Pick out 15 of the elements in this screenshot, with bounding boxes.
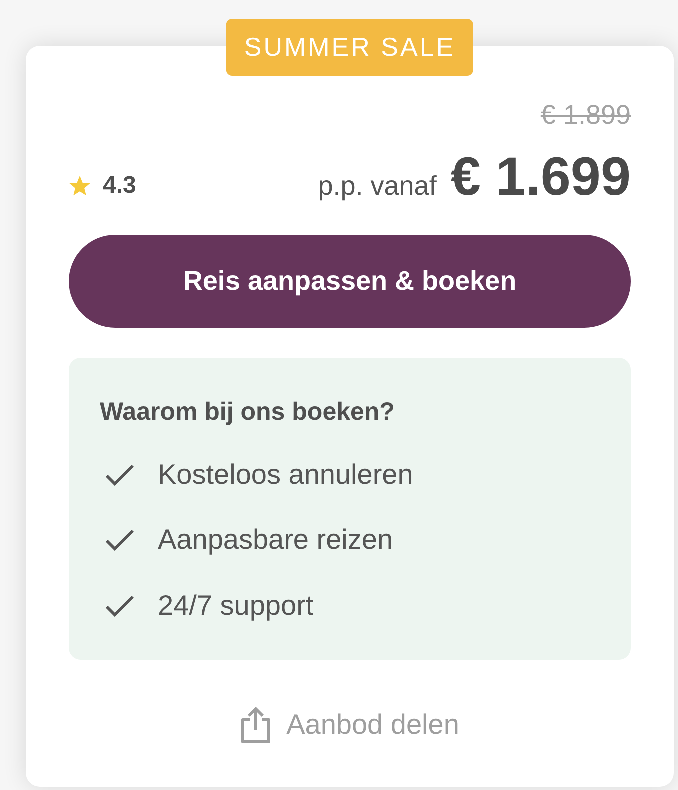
book-button[interactable]: Reis aanpassen & boeken <box>69 235 631 328</box>
rating-value: 4.3 <box>103 171 136 201</box>
star-icon <box>69 176 91 196</box>
check-icon <box>105 529 135 552</box>
price: € 1.699 <box>450 146 631 208</box>
share-icon <box>240 706 271 744</box>
old-price: € 1.899 <box>540 99 631 132</box>
sale-badge: SUMMER SALE <box>226 19 474 76</box>
check-icon <box>105 464 135 486</box>
benefits-title: Waarom bij ons boeken? <box>100 397 396 428</box>
check-icon <box>105 594 135 617</box>
benefit-item: Kosteloos annuleren <box>158 458 414 492</box>
price-prefix: p.p. vanaf <box>318 170 437 203</box>
benefit-item: Aanpasbare reizen <box>158 523 394 558</box>
benefit-item: 24/7 support <box>158 588 314 623</box>
